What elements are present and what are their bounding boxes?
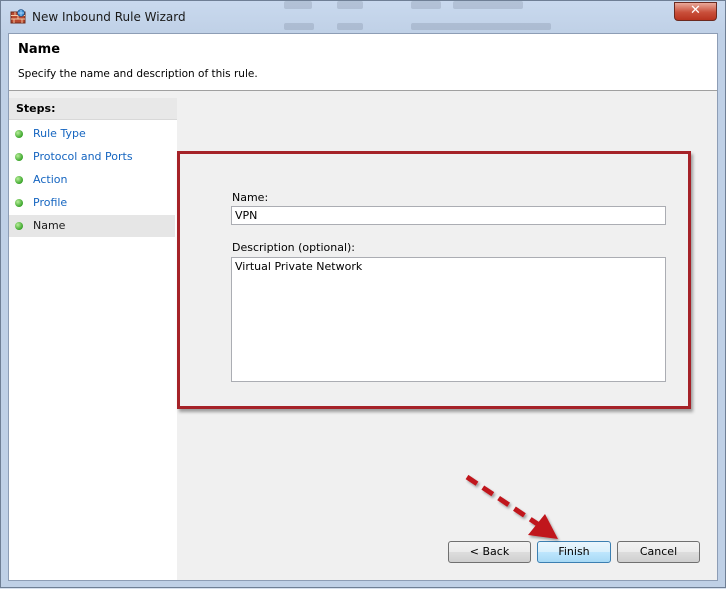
green-dot-icon: [15, 153, 23, 161]
steps-panel: Steps: Rule Type Protocol and Ports Acti…: [9, 98, 178, 580]
background-bleed: [411, 1, 441, 9]
annotation-highlight-box: [177, 151, 691, 409]
step-protocol-and-ports[interactable]: Protocol and Ports: [9, 146, 175, 168]
step-label: Rule Type: [33, 127, 86, 140]
background-bleed: [284, 23, 314, 30]
back-button[interactable]: < Back: [448, 541, 531, 563]
green-dot-icon: [15, 130, 23, 138]
wizard-window: New Inbound Rule Wizard ✕ Name Specify t…: [0, 0, 726, 588]
background-bleed: [411, 23, 551, 30]
window-title: New Inbound Rule Wizard: [32, 10, 186, 24]
close-icon: ✕: [690, 3, 701, 18]
background-bleed: [284, 1, 312, 9]
title-bar: New Inbound Rule Wizard ✕: [1, 1, 725, 33]
wizard-header: Name Specify the name and description of…: [9, 34, 717, 91]
step-name[interactable]: Name: [9, 215, 175, 237]
step-label: Protocol and Ports: [33, 150, 133, 163]
close-button[interactable]: ✕: [674, 2, 717, 21]
step-label: Action: [33, 173, 68, 186]
background-bleed: [337, 1, 363, 9]
page-title: Name: [18, 42, 61, 57]
background-bleed: [337, 23, 363, 30]
cancel-button[interactable]: Cancel: [617, 541, 700, 563]
step-label: Name: [33, 219, 66, 232]
firewall-icon: [10, 9, 26, 24]
page-subtitle: Specify the name and description of this…: [18, 68, 258, 80]
step-rule-type[interactable]: Rule Type: [9, 123, 175, 145]
finish-button[interactable]: Finish: [537, 541, 611, 563]
steps-heading: Steps:: [9, 98, 177, 120]
step-profile[interactable]: Profile: [9, 192, 175, 214]
step-label: Profile: [33, 196, 68, 209]
green-dot-icon: [15, 199, 23, 207]
green-dot-icon: [15, 176, 23, 184]
green-dot-icon: [15, 222, 23, 230]
background-bleed: [453, 1, 523, 9]
step-action[interactable]: Action: [9, 169, 175, 191]
